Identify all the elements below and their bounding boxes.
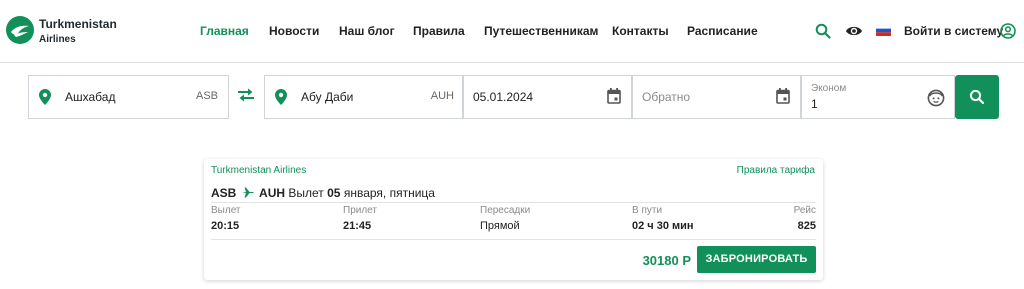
depart-time-label: Вылет — [211, 205, 241, 216]
flight-result-card: Turkmenistan Airlines Правила тарифа ASB… — [204, 159, 823, 280]
calendar-icon[interactable] — [776, 88, 790, 104]
destination-field[interactable]: Абу Даби AUH — [264, 75, 463, 119]
airline-name: Turkmenistan Airlines — [211, 165, 307, 176]
duration-value: 02 ч 30 мин — [632, 220, 694, 232]
nav-item-contacts[interactable]: Контакты — [612, 24, 669, 38]
passengers-field[interactable]: Эконом 1 — [801, 75, 955, 119]
site-header: Turkmenistan Airlines Главная Новости На… — [0, 0, 1024, 63]
duration-label: В пути — [632, 205, 663, 216]
destination-code: AUH — [430, 90, 454, 102]
nav-item-home[interactable]: Главная — [200, 24, 249, 38]
airplane-icon — [241, 187, 254, 198]
depart-date-value: 05.01.2024 — [473, 90, 534, 104]
nav-item-schedule[interactable]: Расписание — [687, 24, 758, 38]
ticket-price: 30180 Р — [642, 253, 691, 268]
search-icon[interactable] — [815, 23, 831, 39]
login-link[interactable]: Войти в систему — [904, 24, 1003, 38]
brand-name[interactable]: Turkmenistan — [39, 17, 117, 31]
origin-city: Ашхабад — [65, 90, 116, 104]
origin-field[interactable]: Ашхабад ASB — [28, 75, 229, 119]
return-date-placeholder: Обратно — [642, 90, 691, 104]
search-icon — [969, 89, 985, 105]
logo-icon[interactable] — [5, 15, 35, 45]
passenger-count: 1 — [811, 97, 818, 111]
depart-time-value: 20:15 — [211, 220, 240, 232]
flight-number-value: 825 — [797, 220, 816, 232]
fare-rules-link[interactable]: Правила тарифа — [737, 165, 815, 176]
route-summary: ASB AUH Вылет 05 января, пятница — [211, 186, 435, 200]
arrive-time-value: 21:45 — [343, 220, 372, 232]
russian-flag-icon[interactable] — [876, 25, 891, 36]
arrive-time-label: Прилет — [343, 205, 377, 216]
book-button[interactable]: ЗАБРОНИРОВАТЬ — [697, 246, 816, 273]
divider — [211, 239, 816, 240]
flight-number-label: Рейс — [793, 205, 816, 216]
brand-subtitle[interactable]: Airlines — [39, 34, 76, 45]
route-origin-code: ASB — [211, 186, 237, 200]
nav-item-blog[interactable]: Наш блог — [339, 24, 395, 38]
nav-item-news[interactable]: Новости — [269, 24, 319, 38]
cabin-class-label: Эконом — [811, 83, 847, 94]
return-date-field[interactable]: Обратно — [632, 75, 801, 119]
divider — [211, 202, 816, 203]
departure-date-rest: января, пятница — [343, 186, 435, 200]
eye-icon[interactable] — [845, 24, 863, 38]
stops-label: Пересадки — [480, 205, 531, 216]
location-pin-icon — [39, 89, 51, 105]
destination-city: Абу Даби — [301, 90, 354, 104]
child-face-icon[interactable] — [927, 89, 945, 107]
nav-item-travelers[interactable]: Путешественникам — [484, 24, 598, 38]
origin-code: ASB — [195, 90, 218, 102]
departure-day: 05 — [327, 186, 341, 200]
search-button[interactable] — [955, 75, 999, 119]
user-icon[interactable] — [1000, 23, 1016, 39]
location-pin-icon — [275, 89, 287, 105]
departure-prefix: Вылет — [288, 186, 324, 200]
nav-item-rules[interactable]: Правила — [413, 24, 465, 38]
calendar-icon[interactable] — [607, 88, 621, 104]
depart-date-field[interactable]: 05.01.2024 — [463, 75, 632, 119]
stops-value: Прямой — [480, 220, 520, 232]
swap-icon[interactable] — [236, 87, 256, 103]
route-destination-code: AUH — [259, 186, 286, 200]
